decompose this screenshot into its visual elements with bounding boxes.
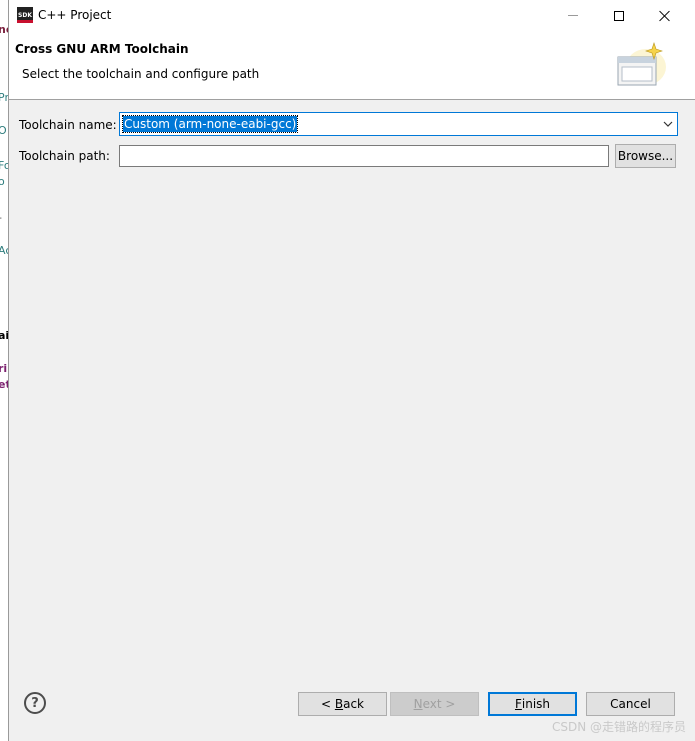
finish-mnemonic: F bbox=[514, 697, 522, 711]
page-title: Cross GNU ARM Toolchain bbox=[15, 42, 189, 56]
maximize-button[interactable] bbox=[596, 0, 642, 31]
next-button[interactable]: Next > bbox=[390, 692, 479, 716]
background-text: Pr bbox=[0, 91, 8, 104]
background-text: o bbox=[0, 175, 5, 188]
back-button[interactable]: < Back bbox=[298, 692, 387, 716]
background-text: ri bbox=[0, 362, 8, 375]
background-text: Ac bbox=[0, 244, 8, 257]
background-text: et bbox=[0, 378, 8, 391]
background-text: Fo bbox=[0, 159, 8, 172]
cancel-button[interactable]: Cancel bbox=[586, 692, 675, 716]
finish-label: inish bbox=[521, 697, 551, 711]
browse-button[interactable]: Browse... bbox=[615, 144, 676, 168]
close-icon bbox=[659, 10, 671, 22]
maximize-icon bbox=[614, 10, 624, 21]
close-button[interactable] bbox=[642, 0, 688, 31]
toolchain-name-value: Custom (arm-none-eabi-gcc) bbox=[121, 115, 299, 133]
next-mnemonic: N bbox=[413, 697, 423, 711]
minimize-button[interactable] bbox=[550, 0, 596, 31]
background-text: - bbox=[0, 212, 2, 224]
toolchain-name-select[interactable]: Custom (arm-none-eabi-gcc) bbox=[119, 112, 678, 136]
watermark: CSDN @走错路的程序员 bbox=[552, 720, 687, 734]
help-icon[interactable]: ? bbox=[24, 692, 46, 714]
toolchain-name-label: Toolchain name: bbox=[19, 118, 117, 132]
next-label: ext > bbox=[422, 697, 456, 711]
wizard-icon bbox=[617, 42, 666, 86]
finish-button[interactable]: Finish bbox=[488, 692, 577, 716]
back-mnemonic: B bbox=[334, 697, 344, 711]
toolchain-path-label: Toolchain path: bbox=[19, 149, 110, 163]
cpp-project-dialog: SDK C++ Project Cross GNU ARM Toolchain … bbox=[8, 0, 695, 741]
chevron-down-icon bbox=[663, 121, 673, 127]
background-text: nc bbox=[0, 23, 8, 36]
sdk-icon: SDK bbox=[17, 7, 33, 23]
wizard-banner: Cross GNU ARM Toolchain Select the toolc… bbox=[9, 31, 695, 100]
title-bar[interactable]: SDK C++ Project bbox=[9, 0, 695, 31]
back-label: ack bbox=[343, 697, 364, 711]
window-title: C++ Project bbox=[38, 8, 112, 22]
toolchain-path-input[interactable] bbox=[119, 145, 609, 167]
background-text: ai bbox=[0, 329, 8, 342]
background-window: nc Pr O Fo o - Ac ai ri et bbox=[0, 0, 8, 741]
page-description: Select the toolchain and configure path bbox=[22, 67, 260, 81]
back-prefix: < bbox=[320, 697, 335, 711]
background-text: O bbox=[0, 124, 7, 137]
minimize-icon bbox=[568, 15, 578, 16]
